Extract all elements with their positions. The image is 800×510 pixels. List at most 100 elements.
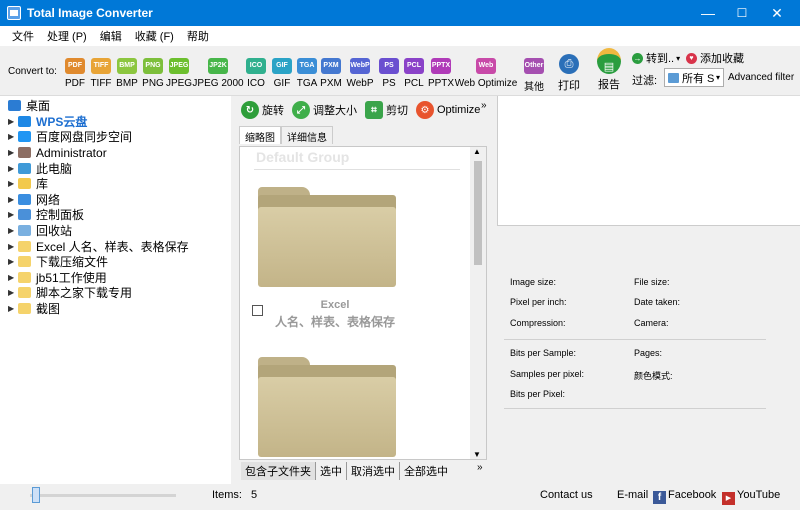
format-pdf-button[interactable]: PDF PDF: [63, 58, 87, 89]
format-pxm-button[interactable]: PXM PXM: [319, 58, 343, 89]
expand-arrow-icon[interactable]: ▶: [8, 117, 18, 126]
format-jpeg-2000-button[interactable]: JP2K JPEG 2000: [192, 58, 244, 89]
youtube-icon: ▶: [722, 492, 735, 505]
select-all-button[interactable]: 全部选中: [400, 462, 452, 480]
optimize-button[interactable]: ⚙ Optimize: [416, 101, 480, 119]
expand-arrow-icon[interactable]: ▶: [8, 288, 18, 297]
tree-node[interactable]: ▶ 回收站: [8, 223, 189, 239]
items-label: Items:: [212, 489, 242, 501]
email-link[interactable]: E-mail: [617, 489, 648, 501]
print-button[interactable]: ⎙ 打印: [558, 54, 580, 93]
format-gif-button[interactable]: GIF GIF: [270, 58, 294, 89]
format-其他-button[interactable]: Other 其他: [522, 58, 546, 93]
format-jpeg-button[interactable]: JPEG JPEG: [166, 58, 192, 89]
tab-thumbnails[interactable]: 缩略图: [239, 126, 281, 144]
facebook-link[interactable]: f Facebook: [653, 489, 716, 504]
folder-thumbnail[interactable]: [258, 187, 396, 287]
format-ico-button[interactable]: ICO ICO: [244, 58, 268, 89]
expand-arrow-icon[interactable]: ▶: [8, 148, 18, 157]
youtube-link[interactable]: ▶ YouTube: [722, 489, 780, 505]
select-button[interactable]: 选中: [316, 462, 347, 480]
menu-process[interactable]: 处理 (P): [47, 28, 87, 44]
goto-label: 转到..: [646, 53, 675, 65]
menu-help[interactable]: 帮助: [187, 28, 209, 44]
folder-thumbnail[interactable]: [258, 357, 396, 457]
title-bar: Total Image Converter — ☐ ✕: [0, 0, 800, 26]
zoom-slider-track[interactable]: [30, 494, 176, 497]
expand-arrow-icon[interactable]: ▶: [8, 164, 18, 173]
tree-node[interactable]: ▶ 脚本之家下载专用: [8, 285, 189, 301]
tree-node[interactable]: ▶ Administrator: [8, 145, 189, 161]
menu-favorites[interactable]: 收藏 (F): [135, 28, 174, 44]
format-bmp-button[interactable]: BMP BMP: [115, 58, 139, 89]
expand-arrow-icon[interactable]: ▶: [8, 257, 18, 266]
resize-icon: ⤢: [292, 101, 310, 119]
contact-link[interactable]: Contact us: [540, 489, 593, 501]
expand-arrow-icon[interactable]: ▶: [8, 132, 18, 141]
tree-node[interactable]: ▶ 控制面板: [8, 207, 189, 223]
menu-file[interactable]: 文件: [12, 28, 34, 44]
group-divider: [254, 169, 460, 170]
tree-node[interactable]: ▶ 此电脑: [8, 160, 189, 176]
expand-arrow-icon[interactable]: ▶: [8, 242, 18, 251]
scrollbar-thumb[interactable]: [474, 161, 482, 265]
report-button[interactable]: ▤ 报告: [597, 48, 621, 92]
folder-icon: [18, 225, 31, 237]
filter-select[interactable]: 所有 S ▾: [664, 68, 724, 87]
folder-icon: [18, 287, 31, 299]
tree-node[interactable]: ▶ Excel 人名、样表、表格保存: [8, 238, 189, 254]
filter-label: 过滤:: [632, 75, 658, 87]
folder-tree: 桌面 ▶ WPS云盘 ▶ 百度网盘同步空间 ▶ Administrator ▶ 此电脑 ▶ 库 ▶ 网络…: [8, 98, 189, 316]
tree-node[interactable]: ▶ WPS云盘: [8, 114, 189, 130]
tree-node-label: 此电脑: [36, 161, 73, 176]
format-icon: Web: [476, 58, 496, 74]
image-filter-icon: [668, 72, 679, 83]
format-web-optimize-button[interactable]: Web Web Optimize: [455, 58, 517, 89]
format-webp-button[interactable]: WebP WebP: [346, 58, 374, 89]
file-size-label: File size:: [634, 277, 670, 287]
overflow-chevron-icon[interactable]: »: [481, 100, 487, 111]
expand-arrow-icon[interactable]: ▶: [8, 304, 18, 313]
resize-button[interactable]: ⤢ 调整大小: [292, 101, 357, 119]
tree-node[interactable]: ▶ 库: [8, 176, 189, 192]
format-ps-button[interactable]: PS PS: [377, 58, 401, 89]
tree-node-label: 库: [36, 177, 49, 192]
rotate-button[interactable]: ↻ 旋转: [241, 101, 284, 119]
goto-button[interactable]: → 转到.. ▾: [632, 50, 680, 66]
tree-node[interactable]: ▶ 截图: [8, 301, 189, 317]
expand-arrow-icon[interactable]: ▶: [8, 195, 18, 204]
format-pcl-button[interactable]: PCL PCL: [402, 58, 426, 89]
tree-node[interactable]: ▶ jb51工作使用: [8, 270, 189, 286]
include-subfolders-button[interactable]: 包含子文件夹: [241, 462, 316, 480]
format-png-button[interactable]: PNG PNG: [141, 58, 165, 89]
tab-details[interactable]: 详细信息: [281, 126, 333, 144]
advanced-filter-button[interactable]: Advanced filter: [728, 72, 794, 83]
splitter[interactable]: [231, 96, 239, 484]
printer-icon: ⎙: [559, 54, 579, 74]
zoom-slider-thumb[interactable]: [32, 487, 40, 503]
folder-icon: [18, 178, 31, 190]
add-favorite-button[interactable]: ♥ 添加收藏: [686, 50, 744, 66]
menu-edit[interactable]: 编辑: [100, 28, 122, 44]
close-button[interactable]: ✕: [754, 0, 800, 26]
format-label: BMP: [116, 78, 138, 89]
format-tga-button[interactable]: TGA TGA: [295, 58, 319, 89]
expand-arrow-icon[interactable]: ▶: [8, 273, 18, 282]
tree-node[interactable]: ▶ 下载压缩文件: [8, 254, 189, 270]
overflow-chevron-icon[interactable]: »: [477, 462, 483, 473]
format-tiff-button[interactable]: TIFF TIFF: [89, 58, 113, 89]
expand-arrow-icon[interactable]: ▶: [8, 179, 18, 188]
format-pptx-button[interactable]: PPTX PPTX: [428, 58, 454, 89]
format-label: PDF: [65, 78, 85, 89]
tree-node[interactable]: ▶ 百度网盘同步空间: [8, 129, 189, 145]
tree-node-label: Administrator: [36, 145, 107, 160]
vertical-scrollbar[interactable]: ▲ ▼: [470, 147, 486, 459]
deselect-button[interactable]: 取消选中: [347, 462, 400, 480]
expand-arrow-icon[interactable]: ▶: [8, 210, 18, 219]
expand-arrow-icon[interactable]: ▶: [8, 226, 18, 235]
tree-node[interactable]: ▶ 网络: [8, 192, 189, 208]
item-name-line2: 人名、样表、表格保存: [274, 315, 395, 329]
item-checkbox[interactable]: [252, 305, 263, 316]
tree-node[interactable]: 桌面: [8, 98, 189, 114]
crop-button[interactable]: ⌗ 剪切: [365, 101, 408, 119]
